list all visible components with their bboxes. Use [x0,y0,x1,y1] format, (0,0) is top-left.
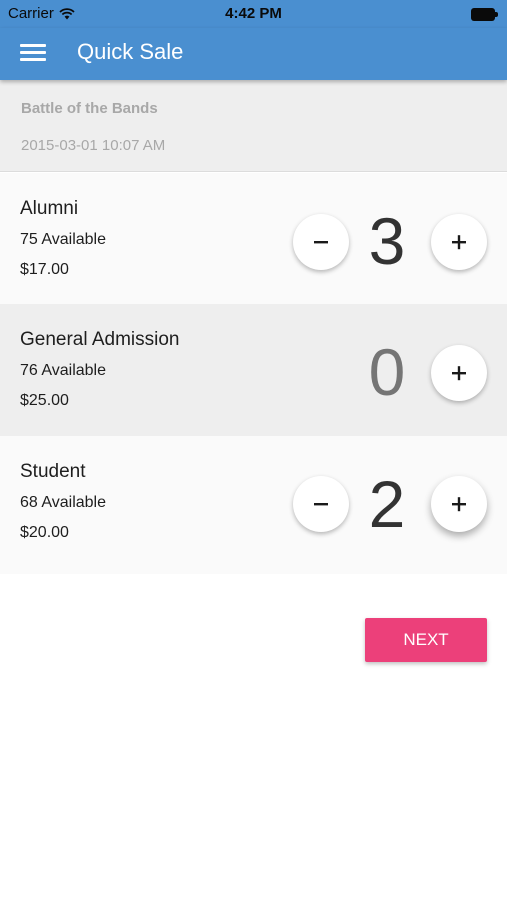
ticket-availability: 75 Available [20,231,106,248]
page-title: Quick Sale [77,39,184,64]
ticket-price: $25.00 [20,392,69,409]
status-time: 4:42 PM [225,5,282,22]
quantity-value: 0 [368,335,406,409]
increment-button[interactable] [431,214,487,270]
plus-icon [452,235,466,250]
ticket-row-student: Student 68 Available $20.00 2 [0,436,507,574]
app-bar: Quick Sale [0,28,507,80]
ticket-price: $20.00 [20,524,69,541]
plus-icon [452,366,466,381]
event-name: Battle of the Bands [21,100,158,117]
quantity-value: 2 [368,467,406,541]
plus-icon [452,497,466,512]
minus-icon [314,241,328,244]
battery-icon [471,8,498,21]
quantity-value: 3 [368,204,406,278]
increment-button[interactable] [431,476,487,532]
ticket-availability: 76 Available [20,362,106,379]
event-header: Battle of the Bands 2015-03-01 10:07 AM [0,80,507,172]
ticket-availability: 68 Available [20,494,106,511]
event-datetime: 2015-03-01 10:07 AM [21,137,166,154]
hamburger-menu-icon[interactable] [20,42,46,64]
decrement-button[interactable] [293,476,349,532]
ticket-name: Alumni [20,198,79,219]
ticket-name: General Admission [20,329,180,350]
minus-icon [314,503,328,506]
ticket-name: Student [20,461,86,482]
status-bar: Carrier 4:42 PM [0,0,507,28]
ticket-row-alumni: Alumni 75 Available $17.00 3 [0,173,507,304]
next-button[interactable]: NEXT [365,618,487,662]
increment-button[interactable] [431,345,487,401]
ticket-row-general-admission: General Admission 76 Available $25.00 0 [0,304,507,436]
ticket-price: $17.00 [20,261,69,278]
decrement-button[interactable] [293,214,349,270]
